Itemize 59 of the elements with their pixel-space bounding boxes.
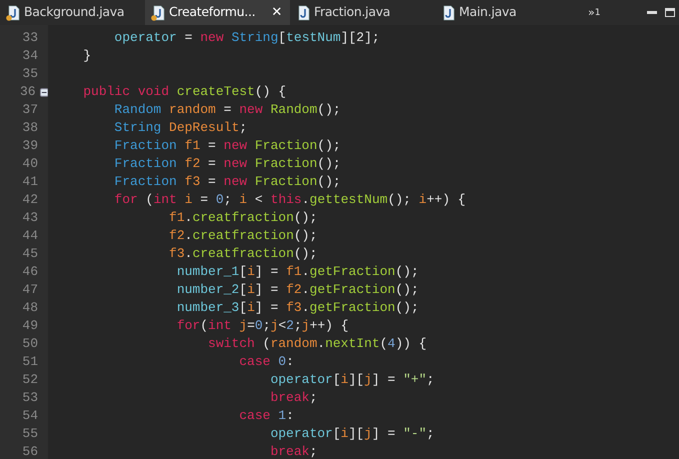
- code-line: number_2[i] = f2.getFraction();: [176, 282, 419, 297]
- line-number: 39: [21, 137, 38, 155]
- editor-tab[interactable]: Background.java: [0, 0, 145, 25]
- line-number: 33: [21, 29, 38, 47]
- line-number: 53: [21, 389, 38, 407]
- code-line: switch (random.nextInt(4)) {: [208, 336, 427, 351]
- editor-tab[interactable]: Createformu... ✕: [145, 0, 290, 25]
- line-number: 50: [21, 335, 38, 353]
- fold-icon[interactable]: [40, 88, 48, 96]
- code-line: case 1:: [239, 408, 294, 423]
- code-line: for(int j=0;j<2;j++) {: [176, 318, 349, 333]
- code-line: String DepResult;: [114, 120, 248, 135]
- java-file-warning-icon: [6, 4, 20, 20]
- code-line: Random random = new Random();: [114, 102, 341, 117]
- line-number: 43: [21, 209, 38, 227]
- line-number: 45: [21, 245, 38, 263]
- line-number: 41: [21, 173, 38, 191]
- code-line: Fraction f3 = new Fraction();: [114, 174, 341, 189]
- code-line: }: [83, 48, 92, 63]
- line-number: 55: [21, 425, 38, 443]
- editor-tab[interactable]: Main.java: [435, 0, 580, 25]
- line-number: 34: [21, 47, 38, 65]
- line-number: 44: [21, 227, 38, 245]
- line-number: 51: [21, 353, 38, 371]
- line-number: 37: [21, 101, 38, 119]
- line-number: 52: [21, 371, 38, 389]
- code-line: f3.creatfraction();: [169, 246, 318, 261]
- java-file-warning-icon: [151, 4, 165, 20]
- code-line: Fraction f1 = new Fraction();: [114, 138, 341, 153]
- line-number: 38: [21, 119, 38, 137]
- line-number: 48: [21, 299, 38, 317]
- maximize-icon[interactable]: [665, 8, 675, 17]
- code-line: operator = new String[testNum][2];: [114, 30, 380, 45]
- code-line: break;: [270, 444, 318, 459]
- java-file-icon: [441, 4, 455, 20]
- line-number: 35: [21, 65, 38, 83]
- line-number: 46: [21, 263, 38, 281]
- line-number: 40: [21, 155, 38, 173]
- tab-overflow-button[interactable]: »1: [588, 7, 600, 18]
- code-line: public void createTest() {: [83, 84, 286, 99]
- code-line: Fraction f2 = new Fraction();: [114, 156, 341, 171]
- line-number: 56: [21, 443, 38, 459]
- code-line: operator[i][j] = "-";: [270, 426, 434, 441]
- code-line: number_3[i] = f3.getFraction();: [176, 300, 419, 315]
- code-line: f1.creatfraction();: [169, 210, 318, 225]
- close-icon[interactable]: ✕: [271, 2, 282, 22]
- code-line: operator[i][j] = "+";: [270, 372, 434, 387]
- code-line: for (int i = 0; i < this.gettestNum(); i++) {: [114, 192, 466, 207]
- line-number: 47: [21, 281, 38, 299]
- code-line: number_1[i] = f1.getFraction();: [176, 264, 419, 279]
- line-number: 49: [21, 317, 38, 335]
- line-number: 54: [21, 407, 38, 425]
- editor-tab[interactable]: Fraction.java: [290, 0, 435, 25]
- code-line: case 0:: [239, 354, 294, 369]
- code-line: f2.creatfraction();: [169, 228, 318, 243]
- java-file-icon: [296, 4, 310, 20]
- code-line: break;: [270, 390, 318, 405]
- line-number: 36: [18, 83, 36, 101]
- line-number: 42: [21, 191, 38, 209]
